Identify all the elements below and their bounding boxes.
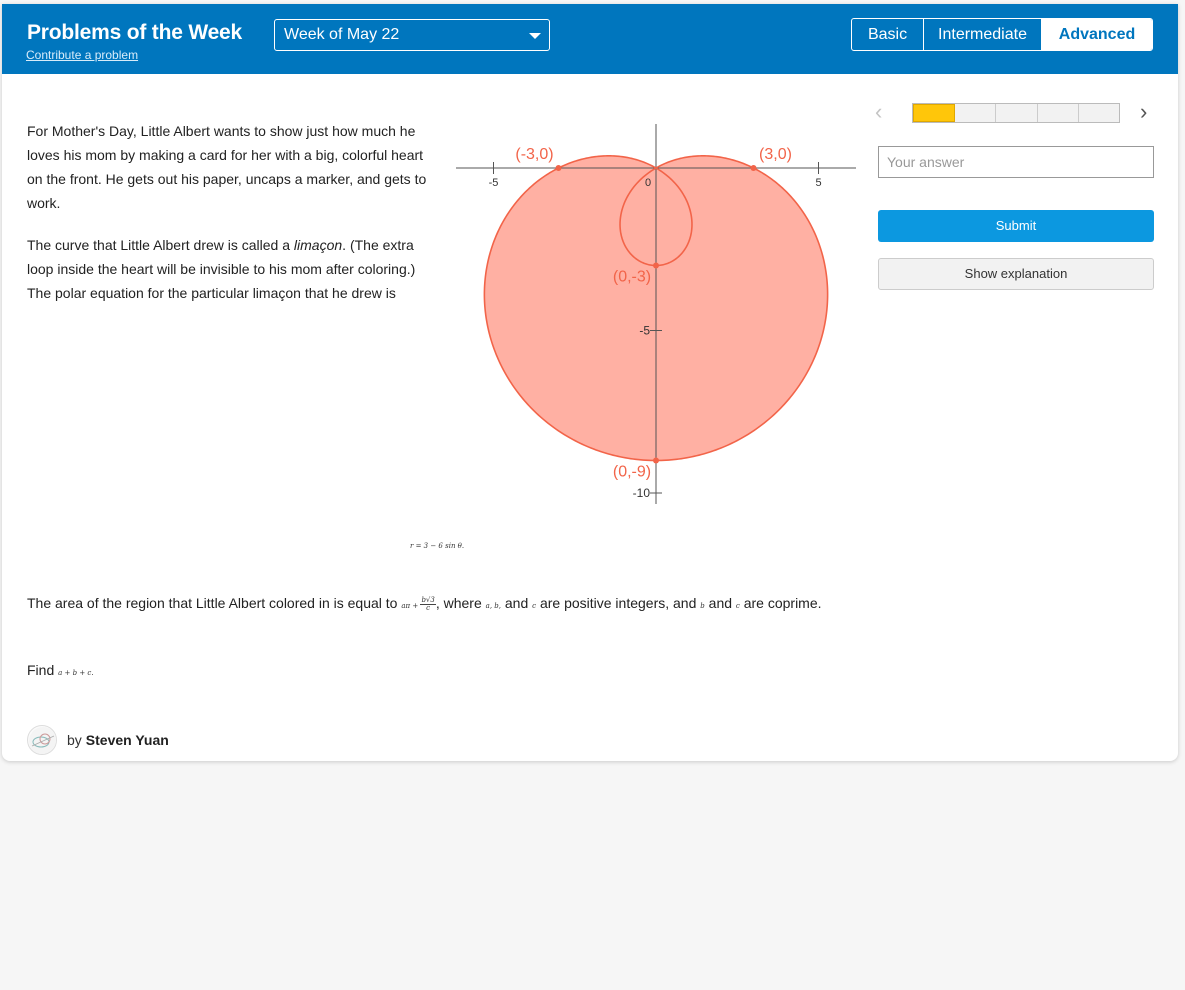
author-credit: by Steven Yuan (27, 725, 169, 755)
paragraph-3-text-c: and (501, 595, 533, 611)
paragraph-3-text-f: are coprime. (739, 595, 822, 611)
show-explanation-button[interactable]: Show explanation (878, 258, 1154, 290)
problem-paragraph-3: The area of the region that Little Alber… (27, 591, 827, 618)
sum-expression: a + b + c. (58, 669, 94, 677)
week-select[interactable]: Week of May 22 (274, 19, 550, 51)
point-marker-2 (653, 262, 659, 269)
author-name[interactable]: Steven Yuan (86, 732, 169, 748)
point-marker-1 (750, 165, 757, 171)
tab-advanced[interactable]: Advanced (1042, 19, 1152, 50)
paragraph-3-text-d: are positive integers, and (536, 595, 701, 611)
week-select-value: Week of May 22 (284, 26, 400, 43)
point-marker-3 (653, 457, 659, 464)
chevron-left-icon[interactable]: ‹ (875, 101, 893, 125)
limacon-term: limaçon (293, 237, 343, 253)
author-by-label: by (67, 732, 82, 748)
point-marker-0 (555, 165, 562, 171)
progress-segment-2[interactable] (955, 104, 997, 122)
paragraph-3-text-a: The area of the region that Little Alber… (27, 595, 402, 611)
problem-card: Problems of the Week Contribute a proble… (2, 4, 1178, 761)
point-label-3: (0,-9) (613, 464, 651, 481)
tab-basic[interactable]: Basic (852, 19, 924, 50)
problem-paragraph-4: Find a + b + c. (27, 658, 94, 685)
point-label-0: (-3,0) (515, 146, 553, 163)
point-label-2: (0,-3) (613, 269, 651, 286)
avatar[interactable] (27, 725, 57, 755)
header-bar: Problems of the Week Contribute a proble… (2, 4, 1178, 74)
variables-ab: a, b, (485, 602, 501, 610)
problem-progress (912, 103, 1120, 123)
progress-segment-1[interactable] (913, 104, 956, 122)
progress-segment-3[interactable] (996, 104, 1038, 122)
page-title: Problems of the Week (27, 21, 243, 44)
y-tick-label-0: -5 (639, 324, 650, 338)
avatar-image (29, 727, 56, 754)
limacon-graph-svg: -5 0 5 -5 -10 (-3,0) (3,0) (0,-3) (0,-9) (456, 124, 856, 504)
area-fraction: b√3 c (420, 596, 436, 612)
paragraph-3-text-b: , where (435, 595, 486, 611)
x-tick-label-0: -5 (489, 177, 499, 189)
answer-input[interactable] (878, 146, 1154, 178)
y-tick-label-1: -10 (633, 486, 651, 500)
limacon-graph: -5 0 5 -5 -10 (-3,0) (3,0) (0,-3) (0,-9) (452, 112, 862, 512)
paragraph-4-text: Find (27, 662, 59, 678)
submit-button[interactable]: Submit (878, 210, 1154, 242)
level-tabs: Basic Intermediate Advanced (851, 18, 1153, 51)
area-expression-lead: aπ + (401, 602, 421, 610)
progress-segment-4[interactable] (1037, 104, 1079, 122)
contribute-link[interactable]: Contribute a problem (26, 48, 138, 62)
progress-segment-5[interactable] (1078, 104, 1120, 122)
chevron-right-icon[interactable]: › (1140, 101, 1158, 125)
tab-intermediate[interactable]: Intermediate (924, 19, 1042, 50)
x-tick-label-1: 0 (645, 177, 651, 189)
paragraph-2-text-a: The curve that Little Albert drew is cal… (27, 237, 294, 253)
point-label-1: (3,0) (759, 146, 792, 163)
fraction-denominator: c (426, 603, 431, 612)
polar-equation: r = 3 − 6 sin θ. (410, 542, 465, 550)
chevron-down-icon (529, 33, 541, 39)
x-tick-label-2: 5 (815, 177, 821, 189)
paragraph-3-text-e: and (704, 595, 736, 611)
problem-paragraph-1: For Mother's Day, Little Albert wants to… (27, 123, 427, 211)
problem-paragraph-2: The curve that Little Albert drew is cal… (27, 233, 437, 305)
